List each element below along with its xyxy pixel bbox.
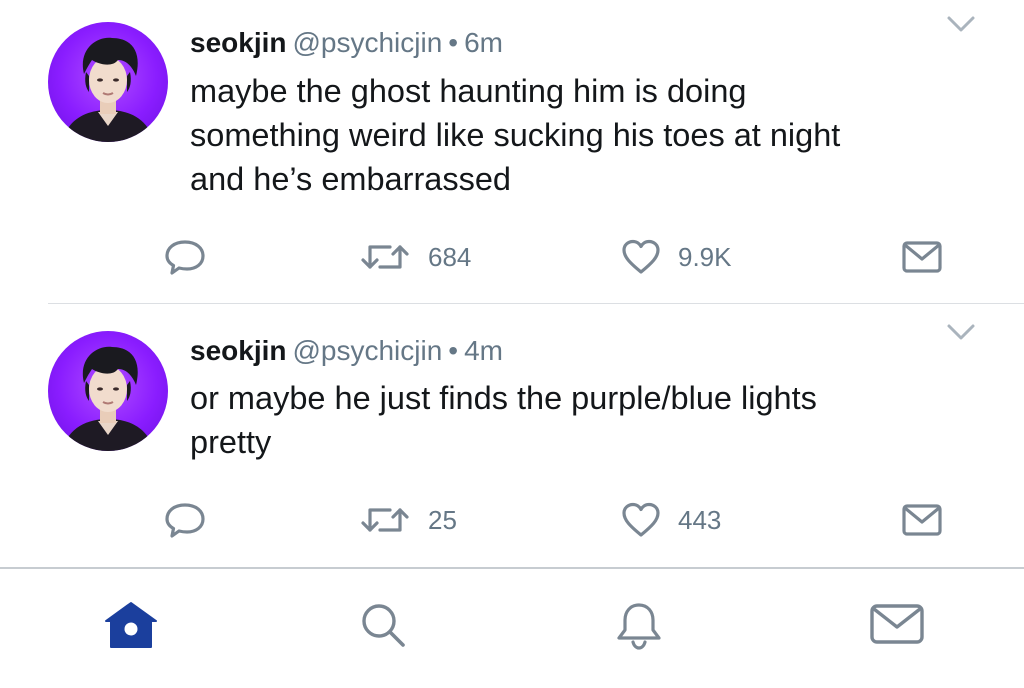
user-handle[interactable]: @psychicjin bbox=[292, 335, 442, 366]
reply-button[interactable] bbox=[163, 500, 207, 540]
avatar-photo bbox=[62, 37, 154, 142]
reply-button[interactable] bbox=[163, 237, 207, 277]
retweet-icon bbox=[361, 245, 409, 269]
retweet-icon bbox=[361, 508, 409, 532]
retweet-count: 684 bbox=[428, 241, 472, 272]
direct-message-button[interactable] bbox=[900, 237, 944, 277]
like-button[interactable]: 443 bbox=[620, 500, 721, 540]
display-name[interactable]: seokjin bbox=[190, 335, 286, 366]
tweet-text: maybe the ghost haunting him is doing so… bbox=[190, 69, 990, 201]
user-handle[interactable]: @psychicjin bbox=[292, 27, 442, 58]
tweet-card[interactable]: seokjin @psychicjin • 6m maybe the ghost ha… bbox=[0, 0, 1024, 303]
like-button[interactable]: 9.9K bbox=[620, 237, 732, 277]
timestamp: 6m bbox=[464, 27, 504, 58]
tweet-text-line: pretty bbox=[190, 424, 272, 460]
search-icon bbox=[362, 604, 405, 647]
tweet-header: seokjin @psychicjin • 6m bbox=[190, 26, 503, 60]
like-count: 9.9K bbox=[678, 241, 732, 272]
heart-icon bbox=[622, 502, 660, 537]
tweet-text-line: and he’s embarrassed bbox=[190, 161, 511, 197]
retweet-button[interactable]: 684 bbox=[358, 237, 471, 277]
heart-icon bbox=[622, 239, 660, 274]
tweet-text-line: or maybe he just finds the purple/blue l… bbox=[190, 380, 817, 416]
separator-dot: • bbox=[448, 335, 459, 366]
tweet-text-line: something weird like sucking his toes at… bbox=[190, 117, 841, 153]
direct-message-button[interactable] bbox=[900, 500, 944, 540]
tab-bar-divider bbox=[0, 567, 1024, 569]
envelope-icon bbox=[902, 504, 942, 536]
avatar[interactable] bbox=[48, 22, 168, 142]
timestamp: 4m bbox=[464, 335, 504, 366]
reply-icon bbox=[165, 503, 205, 538]
chevron-down-icon[interactable] bbox=[946, 14, 976, 34]
tweet-text: or maybe he just finds the purple/blue l… bbox=[190, 376, 990, 464]
display-name[interactable]: seokjin bbox=[190, 27, 286, 58]
tweet-header: seokjin @psychicjin • 4m bbox=[190, 334, 503, 368]
separator-dot: • bbox=[448, 27, 459, 58]
avatar-photo bbox=[62, 346, 154, 451]
tab-home[interactable] bbox=[102, 600, 157, 650]
envelope-icon bbox=[902, 241, 942, 273]
reply-icon bbox=[165, 240, 205, 275]
tab-notifications[interactable] bbox=[614, 600, 664, 650]
retweet-count: 25 bbox=[428, 504, 457, 535]
tab-messages[interactable] bbox=[868, 600, 924, 650]
tab-search[interactable] bbox=[358, 600, 408, 650]
tweet-card[interactable]: seokjin @psychicjin • 4m or maybe he just f… bbox=[0, 304, 1024, 567]
messages-icon bbox=[870, 604, 924, 644]
home-icon bbox=[105, 602, 157, 648]
notifications-icon bbox=[617, 603, 661, 650]
tweet-text-line: maybe the ghost haunting him is doing bbox=[190, 73, 747, 109]
avatar[interactable] bbox=[48, 331, 168, 451]
retweet-button[interactable]: 25 bbox=[358, 500, 457, 540]
like-count: 443 bbox=[678, 504, 722, 535]
chevron-down-icon[interactable] bbox=[946, 322, 976, 342]
